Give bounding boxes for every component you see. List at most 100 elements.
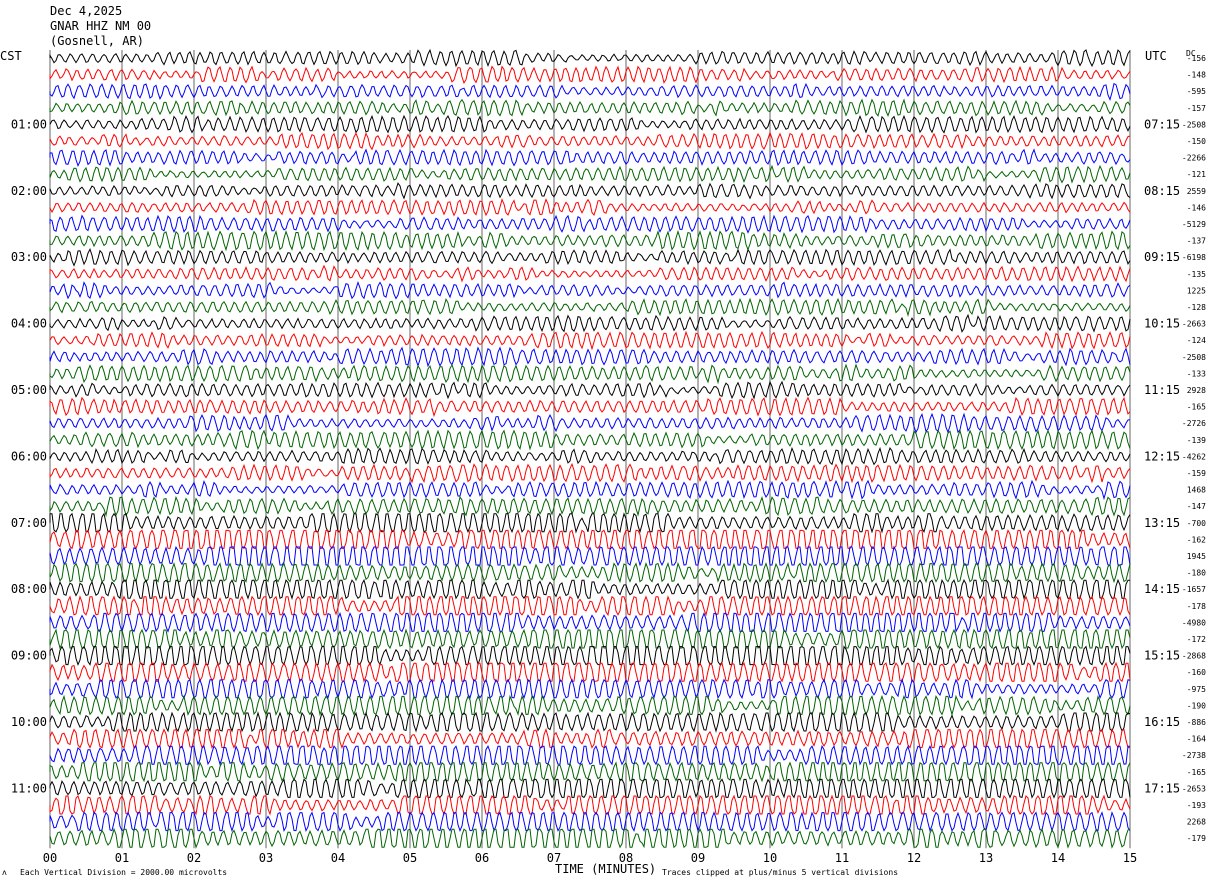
x-tick-label: 02 bbox=[187, 851, 201, 865]
dc-offset-label: 1468 bbox=[1187, 486, 1206, 495]
clip-note: Traces clipped at plus/minus 5 vertical … bbox=[662, 868, 899, 877]
trace-36 bbox=[49, 645, 1131, 667]
x-tick-label: 13 bbox=[979, 851, 993, 865]
x-tick-label: 06 bbox=[475, 851, 489, 865]
trace-43 bbox=[49, 761, 1131, 783]
dc-offset-label: -165 bbox=[1187, 768, 1206, 777]
dc-offset-label: -179 bbox=[1187, 834, 1206, 843]
dc-offset-label: -157 bbox=[1187, 104, 1206, 113]
right-time-label: 11:15 bbox=[1144, 383, 1180, 397]
dc-offset-label: -128 bbox=[1187, 303, 1206, 312]
dc-offset-label: -137 bbox=[1187, 237, 1206, 246]
x-tick-label: 01 bbox=[115, 851, 129, 865]
trace-9 bbox=[49, 198, 1131, 217]
trace-24 bbox=[49, 446, 1131, 466]
trace-29 bbox=[49, 528, 1131, 550]
trace-10 bbox=[49, 214, 1131, 234]
dc-offset-label: -5129 bbox=[1182, 220, 1206, 229]
right-time-label: 14:15 bbox=[1144, 582, 1180, 596]
trace-28 bbox=[49, 512, 1131, 534]
dc-offset-label: -147 bbox=[1187, 502, 1206, 511]
trace-group bbox=[49, 48, 1131, 849]
dc-offset-label: -2663 bbox=[1182, 320, 1206, 329]
x-tick-label: 10 bbox=[763, 851, 777, 865]
dc-offset-label: -121 bbox=[1187, 170, 1206, 179]
dc-offset-label: -2508 bbox=[1182, 353, 1206, 362]
dc-offset-label: 2559 bbox=[1187, 187, 1206, 196]
left-time-label: 09:00 bbox=[11, 649, 47, 663]
dc-offset-label: -595 bbox=[1187, 87, 1206, 96]
trace-12 bbox=[49, 248, 1131, 267]
right-time-label: 12:15 bbox=[1144, 449, 1180, 463]
dc-offset-label: -133 bbox=[1187, 369, 1206, 378]
scale-note: Each Vertical Division = 2000.00 microvo… bbox=[20, 868, 228, 877]
dc-offset-label: -146 bbox=[1187, 203, 1206, 212]
trace-32 bbox=[49, 578, 1130, 600]
trace-17 bbox=[49, 330, 1131, 351]
dc-offset-label: -156 bbox=[1187, 54, 1206, 63]
left-time-label: 06:00 bbox=[11, 449, 47, 463]
dc-offset-label: -172 bbox=[1187, 635, 1206, 644]
x-tick-label: 12 bbox=[907, 851, 921, 865]
right-time-label: 17:15 bbox=[1144, 781, 1180, 795]
trace-18 bbox=[49, 346, 1131, 368]
trace-47 bbox=[49, 827, 1131, 849]
dc-offset-label: 2268 bbox=[1187, 818, 1206, 827]
trace-15 bbox=[49, 297, 1131, 317]
x-tick-label: 14 bbox=[1051, 851, 1065, 865]
dc-offset-label: -2653 bbox=[1182, 784, 1206, 793]
trace-33 bbox=[49, 595, 1131, 617]
trace-8 bbox=[49, 182, 1131, 200]
right-time-label: 08:15 bbox=[1144, 184, 1180, 198]
trace-13 bbox=[49, 264, 1131, 283]
dc-offset-label: -700 bbox=[1187, 519, 1206, 528]
x-tick-label: 00 bbox=[43, 851, 57, 865]
dc-offset-label: -2508 bbox=[1182, 120, 1206, 129]
trace-30 bbox=[49, 545, 1131, 567]
dc-offset-label: -975 bbox=[1187, 685, 1206, 694]
trace-7 bbox=[49, 164, 1131, 184]
trace-25 bbox=[49, 462, 1131, 484]
seismogram-chart: 00 01 02 03 04 05 06 07 08 09 10 11 12 13 14 15 01:0002… bbox=[11, 48, 1206, 865]
dc-offset-label: -193 bbox=[1187, 801, 1206, 810]
dc-offset-label: -164 bbox=[1187, 735, 1206, 744]
trace-34 bbox=[49, 611, 1131, 634]
trace-41 bbox=[49, 728, 1130, 750]
right-time-label: 13:15 bbox=[1144, 516, 1180, 530]
dc-offset-label: 1225 bbox=[1187, 286, 1206, 295]
dc-offset-label: -886 bbox=[1187, 718, 1206, 727]
trace-40 bbox=[49, 711, 1131, 733]
x-tick-label: 03 bbox=[259, 851, 273, 865]
dc-offset-label: 2928 bbox=[1187, 386, 1206, 395]
right-time-label: 09:15 bbox=[1144, 250, 1180, 264]
dc-offset-label: -2738 bbox=[1182, 751, 1206, 760]
trace-27 bbox=[49, 495, 1131, 518]
dc-offset-label: -4980 bbox=[1182, 618, 1206, 627]
dc-offset-label: -1657 bbox=[1182, 585, 1206, 594]
x-tick-label: 15 bbox=[1123, 851, 1137, 865]
right-time-label: 10:15 bbox=[1144, 317, 1180, 331]
left-time-label: 01:00 bbox=[11, 117, 47, 131]
right-time-label: 16:15 bbox=[1144, 715, 1180, 729]
trace-2 bbox=[49, 82, 1131, 101]
x-tick-label: 11 bbox=[835, 851, 849, 865]
dc-offset-label: -178 bbox=[1187, 602, 1206, 611]
x-tick-label: 04 bbox=[331, 851, 345, 865]
trace-22 bbox=[49, 412, 1131, 434]
dc-offset-label: -2868 bbox=[1182, 652, 1206, 661]
dc-offset-label: -150 bbox=[1187, 137, 1206, 146]
dc-offset-label: -162 bbox=[1187, 535, 1206, 544]
dc-offset-label: -160 bbox=[1187, 668, 1206, 677]
trace-42 bbox=[49, 744, 1130, 766]
trace-0 bbox=[49, 48, 1131, 68]
left-time-label: 03:00 bbox=[11, 250, 47, 264]
left-time-label: 11:00 bbox=[11, 781, 47, 795]
x-tick-label: 05 bbox=[403, 851, 417, 865]
dc-offset-label: -4262 bbox=[1182, 452, 1206, 461]
trace-4 bbox=[49, 114, 1131, 134]
dc-offset-label: -2726 bbox=[1182, 419, 1206, 428]
trace-37 bbox=[49, 661, 1131, 683]
dc-offset-label: -135 bbox=[1187, 270, 1206, 279]
dc-offset-label: -180 bbox=[1187, 569, 1206, 578]
dc-offset-label: 1945 bbox=[1187, 552, 1206, 561]
